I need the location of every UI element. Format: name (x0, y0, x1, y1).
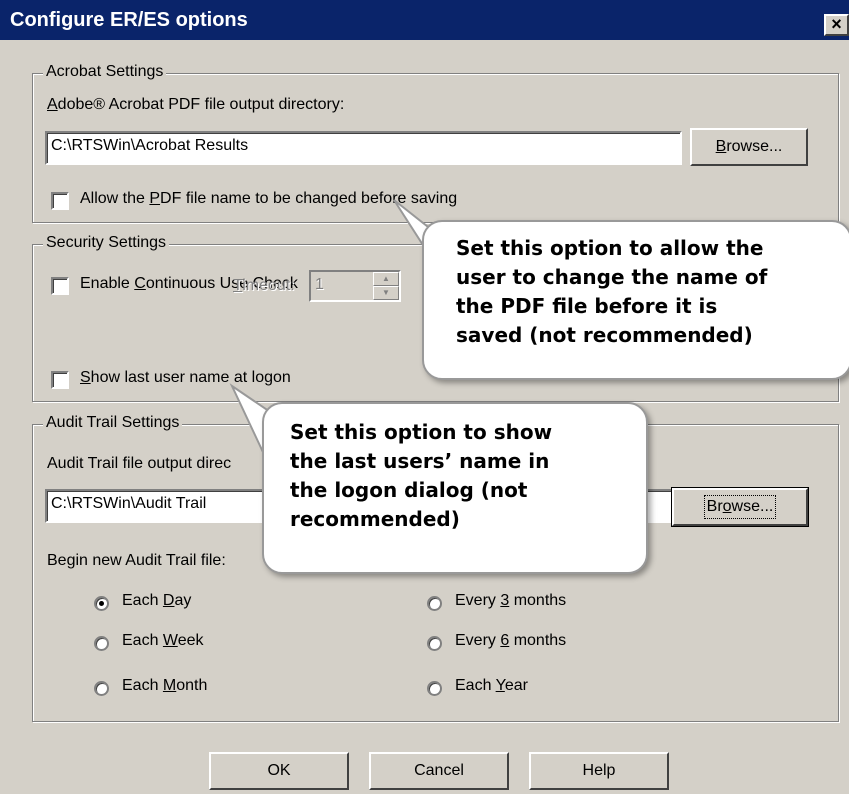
timeout-label: Timeout: (233, 277, 295, 294)
each-month-radio[interactable] (94, 681, 109, 696)
audit-trail-settings-legend: Audit Trail Settings (43, 414, 183, 432)
each-day-label: Each Day (122, 592, 192, 609)
close-button[interactable]: × (824, 14, 849, 36)
callout-last-user: Set this option to show the last users’ … (262, 402, 648, 574)
audit-dir-label: Audit Trail file output direc (47, 455, 232, 472)
callout-pdf-line: user to change the name of (456, 265, 768, 289)
callout-user-line: recommended) (290, 507, 460, 531)
callout-user-text: Set this option to show the last users’ … (290, 418, 552, 534)
every-3-months-label: Every 3 months (455, 592, 567, 609)
timeout-spinner[interactable]: 1 ▲ ▼ (309, 270, 401, 302)
callout-user-line: Set this option to show (290, 420, 553, 444)
window-title: Configure ER/ES options (10, 9, 248, 31)
show-last-user-checkbox[interactable] (51, 371, 69, 389)
acrobat-settings-legend: Acrobat Settings (43, 63, 167, 81)
callout-pdf-text: Set this option to allow the user to cha… (456, 234, 767, 350)
every-6-months-radio[interactable] (427, 636, 442, 651)
callout-pdf-line: the PDF file before it is (456, 294, 718, 318)
acrobat-dir-input[interactable]: C:\RTSWin\Acrobat Results (45, 131, 682, 165)
acrobat-dir-label: Adobe® Acrobat PDF file output directory… (47, 96, 345, 113)
security-settings-legend: Security Settings (43, 234, 170, 252)
callout-user-line: the last users’ name in (290, 449, 550, 473)
audit-browse-button[interactable]: Browse... (671, 487, 809, 527)
spin-down-icon[interactable]: ▼ (373, 286, 399, 300)
callout-pdf-line: saved (not recommended) (456, 323, 753, 347)
begin-new-audit-label: Begin new Audit Trail file: (47, 552, 226, 569)
spin-up-icon[interactable]: ▲ (373, 272, 399, 286)
timeout-value: 1 (315, 276, 324, 293)
help-button[interactable]: Help (529, 752, 669, 790)
each-year-label: Each Year (455, 677, 528, 694)
ok-button[interactable]: OK (209, 752, 349, 790)
each-month-label: Each Month (122, 677, 208, 694)
continuous-use-checkbox[interactable] (51, 277, 69, 295)
every-6-months-label: Every 6 months (455, 632, 567, 649)
callout-pdf-line: Set this option to allow the (456, 236, 764, 260)
callout-user-line: the logon dialog (not (290, 478, 528, 502)
cancel-button[interactable]: Cancel (369, 752, 509, 790)
acrobat-browse-button[interactable]: Browse... (690, 128, 808, 166)
each-year-radio[interactable] (427, 681, 442, 696)
title-bar[interactable]: Configure ER/ES options × (0, 0, 849, 40)
each-week-label: Each Week (122, 632, 204, 649)
timeout-spin-buttons: ▲ ▼ (373, 272, 399, 300)
each-week-radio[interactable] (94, 636, 109, 651)
each-day-radio[interactable] (94, 596, 109, 611)
allow-pdf-rename-checkbox[interactable] (51, 192, 69, 210)
every-3-months-radio[interactable] (427, 596, 442, 611)
callout-pdf-rename: Set this option to allow the user to cha… (422, 220, 849, 380)
